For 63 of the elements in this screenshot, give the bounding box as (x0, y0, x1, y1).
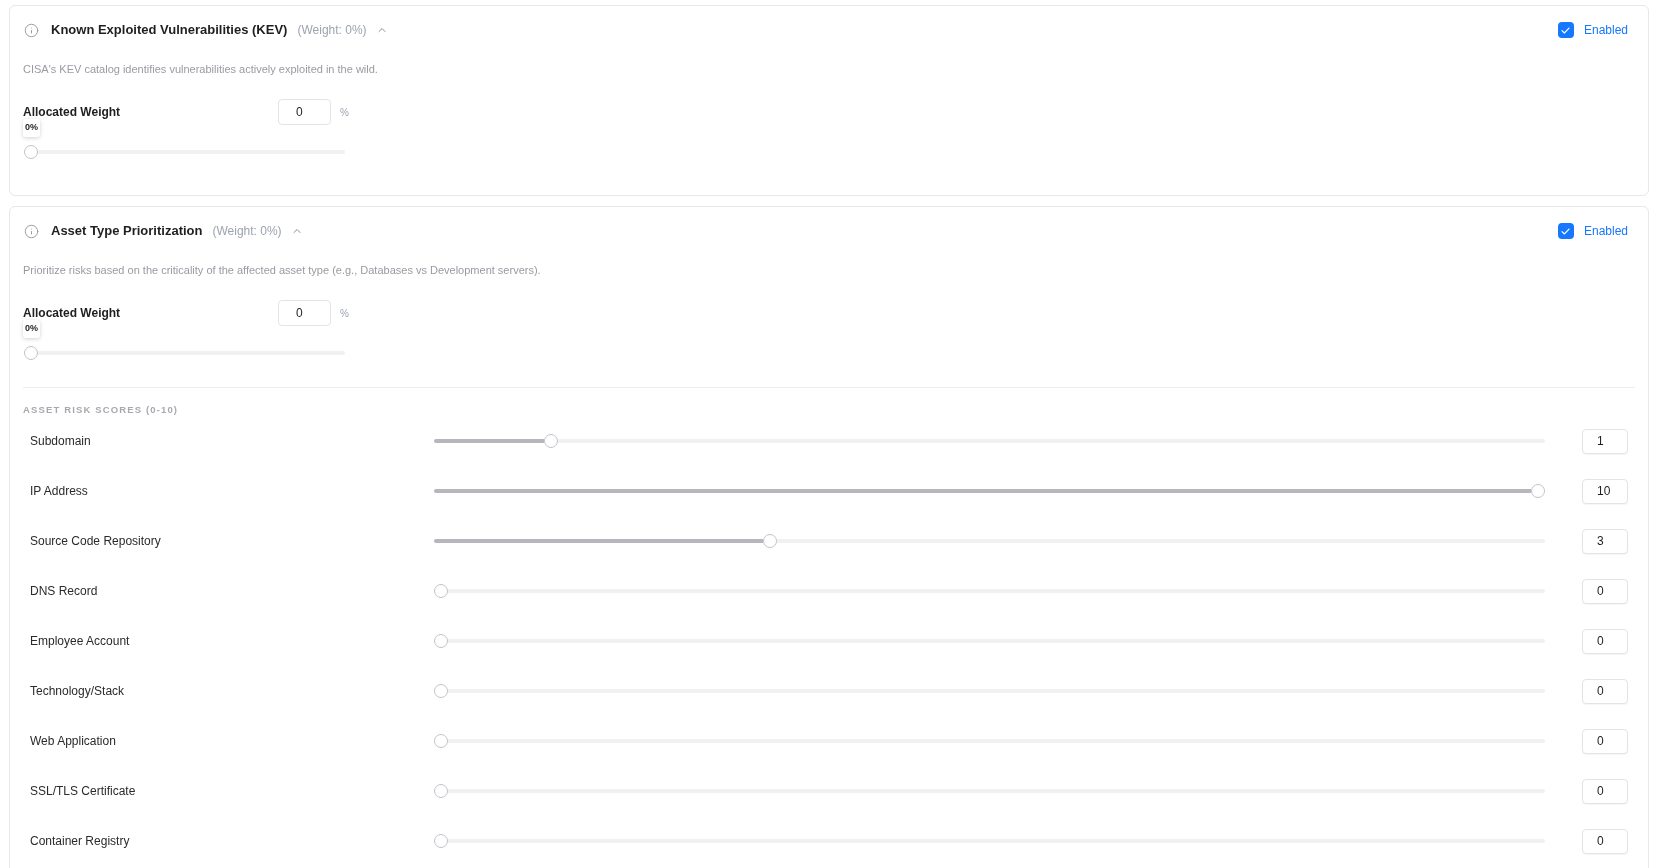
score-input[interactable]: 0 (1582, 578, 1628, 604)
section-heading: ASSET RISK SCORES (0-10) (23, 404, 179, 416)
slider-track[interactable] (434, 534, 1545, 548)
score-input[interactable]: 0 (1582, 778, 1628, 804)
score-input[interactable]: 0 (1582, 628, 1628, 654)
field-label: Allocated Weight (23, 305, 121, 322)
slider-thumb[interactable] (434, 584, 448, 598)
slider-tooltip: 0% (23, 119, 40, 137)
slider-track[interactable] (24, 346, 345, 360)
section-weight: (Weight: 0%) (212, 223, 282, 240)
check-icon (1561, 227, 1571, 235)
section-weight: (Weight: 0%) (297, 22, 367, 39)
slider-track[interactable] (434, 584, 1545, 598)
asset-label: IP Address (30, 483, 88, 500)
info-icon (24, 22, 39, 38)
score-input[interactable]: 1 (1582, 428, 1628, 454)
slider-thumb[interactable] (24, 145, 38, 159)
asset-label: Source Code Repository (30, 533, 161, 550)
section-description: CISA's KEV catalog identifies vulnerabilities actively exploited in the wild. (23, 62, 378, 77)
section-title: Asset Type Prioritization (51, 222, 203, 241)
checkbox[interactable] (1557, 223, 1574, 239)
slider-thumb[interactable] (763, 534, 778, 548)
slider-track[interactable] (434, 634, 1545, 648)
asset-label: SSL/TLS Certificate (30, 783, 136, 800)
score-input[interactable]: 3 (1582, 528, 1628, 554)
slider-thumb[interactable] (1531, 484, 1545, 498)
info-icon (24, 223, 39, 239)
score-input[interactable]: 0 (1582, 728, 1628, 754)
slider-tooltip: 0% (23, 320, 40, 338)
checkbox-label[interactable]: Enabled (1583, 21, 1628, 39)
score-input[interactable]: 10 (1582, 478, 1628, 504)
slider-thumb[interactable] (434, 784, 448, 798)
slider-track[interactable] (434, 834, 1545, 848)
slider-track[interactable] (24, 145, 345, 159)
checkbox[interactable] (1557, 22, 1574, 38)
slider-track[interactable] (434, 684, 1545, 698)
asset-label: Web Application (30, 733, 116, 750)
slider-thumb[interactable] (434, 634, 448, 648)
slider-thumb[interactable] (434, 684, 448, 698)
slider-thumb[interactable] (434, 734, 448, 748)
field-label: Allocated Weight (23, 104, 121, 121)
check-icon (1561, 26, 1571, 34)
slider-thumb[interactable] (434, 834, 448, 848)
asset-label: DNS Record (30, 583, 98, 600)
section-description: Prioritize risks based on the criticality of the affected asset type (e.g., Databases vs Development servers). (23, 263, 541, 278)
slider-track[interactable] (434, 434, 1545, 448)
score-input[interactable]: 0 (1582, 828, 1628, 854)
asset-label: Employee Account (30, 633, 130, 650)
unit-label: % (340, 306, 350, 321)
slider-track[interactable] (434, 784, 1545, 798)
slider-track[interactable] (434, 484, 1545, 498)
asset-label: Container Registry (30, 833, 130, 850)
weight-input[interactable]: 0 (278, 300, 331, 326)
checkbox-label[interactable]: Enabled (1583, 222, 1628, 240)
slider-track[interactable] (434, 734, 1545, 748)
slider-thumb[interactable] (543, 434, 558, 448)
asset-label: Technology/Stack (30, 683, 125, 700)
slider-thumb[interactable] (24, 346, 38, 360)
asset-label: Subdomain (30, 433, 91, 450)
unit-label: % (340, 105, 350, 120)
section-title: Known Exploited Vulnerabilities (KEV) (51, 21, 288, 40)
weight-input[interactable]: 0 (278, 99, 331, 125)
score-input[interactable]: 0 (1582, 678, 1628, 704)
